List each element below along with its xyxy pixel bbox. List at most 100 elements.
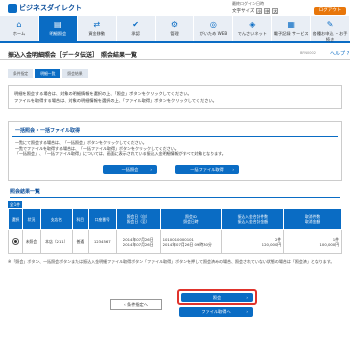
- note-text: ※「照会」ボタン、一括照会ボタンまたは振込入金明細ファイル取得ボタン「ファイル取…: [8, 259, 335, 264]
- nav-item-transfer[interactable]: ⇄ 資金移動: [78, 16, 117, 41]
- select-cell: [8, 229, 23, 254]
- gear-icon: ⚙: [170, 20, 179, 29]
- inquiry-button[interactable]: 照会 ›: [181, 293, 253, 302]
- nav-item-applications[interactable]: ✎ 各種お申込 ・お手続き: [311, 16, 350, 42]
- result-count: 全1件: [8, 201, 22, 208]
- help-icon: ?: [346, 51, 350, 57]
- col-select: 選択: [8, 208, 23, 230]
- bulk-section-title: 一括照会・一括ファイル取得: [12, 125, 338, 137]
- back-to-conditions-button[interactable]: ‹ 条件指定へ: [110, 299, 162, 310]
- nav-label: 各種お申込 ・お手続き: [312, 31, 348, 42]
- bulk-section: 一括照会・一括ファイル取得 一覧にて照会する場合は、「一括照会」ボタンをクリック…: [8, 121, 342, 181]
- col-account: 口座番号: [87, 208, 117, 230]
- globe-icon: ◎: [209, 20, 217, 29]
- main-nav: ⌂ ホーム ▤ 明細照会 ⇄ 資金移動 ✔ 承認 ⚙ 管理 ◎ がいため WEB ◈ でんさい…: [0, 16, 350, 43]
- nav-label: 承認: [131, 31, 140, 36]
- step-condition: 条件指定: [8, 69, 34, 78]
- help-link[interactable]: ヘルプ ?: [330, 50, 349, 57]
- inquiry-button-highlight: 照会 ›: [177, 289, 257, 305]
- inquiry-datetime: 2014年07月26日 09時30分: [162, 241, 212, 247]
- date-to: 2014年07月26日: [122, 241, 154, 247]
- table-row[interactable]: 未照会 本店（211） 普通 1234567 2014年07月26日 2014年…: [8, 229, 342, 254]
- bulk-inquiry-button[interactable]: 一括照会 ›: [103, 165, 157, 174]
- total-cell: 2件 120,000円: [221, 229, 285, 254]
- inquiry-label: 照会: [212, 295, 222, 300]
- date-from: 2014年07月26日: [122, 236, 154, 242]
- check-icon: ✔: [132, 20, 139, 29]
- file-icon: ▦: [287, 20, 295, 29]
- font-size-control: 文字サイズ 小 中 大: [232, 8, 279, 14]
- font-size-large-button[interactable]: 大: [272, 8, 279, 14]
- back-label: 条件指定へ: [127, 302, 148, 307]
- nav-item-home[interactable]: ⌂ ホーム: [0, 16, 39, 41]
- col-status: 状況: [21, 208, 41, 230]
- home-icon: ⌂: [16, 20, 22, 29]
- chevron-left-icon: ‹: [124, 302, 126, 307]
- col-total: 振込入金合計件数 振込入金合計金額: [221, 208, 285, 230]
- bulk-line: 「一括照会」、「一括ファイル取得」については、画面に表示されている振込入金明細情…: [15, 151, 226, 156]
- chevron-right-icon: ›: [232, 167, 234, 172]
- results-title: 照会結果一覧: [10, 186, 340, 198]
- chevron-right-icon: ›: [246, 295, 248, 300]
- bulk-file-button[interactable]: 一括ファイル取得 ›: [175, 165, 239, 174]
- file-label: ファイル取得へ: [201, 309, 231, 314]
- subject-cell: 普通: [71, 229, 89, 254]
- results-table: 選択 状況 支店名 科目 口座番号 照会日（自） 照会日（至） 照会ID 照会日…: [8, 208, 342, 254]
- col-inquiry: 照会ID 照会日時: [159, 208, 223, 230]
- nav-item-statement[interactable]: ▤ 明細照会: [38, 16, 78, 41]
- logout-button[interactable]: ログアウト: [314, 7, 346, 15]
- nav-label: がいため WEB: [199, 31, 228, 36]
- cancel-cell: 1件 100,000円: [283, 229, 342, 254]
- nav-item-approval[interactable]: ✔ 承認: [117, 16, 156, 41]
- table-header-row: 選択 状況 支店名 科目 口座番号 照会日（自） 照会日（至） 照会ID 照会日…: [8, 208, 342, 230]
- logo: ビジネスダイレクト: [8, 3, 82, 13]
- document-icon: ▤: [54, 20, 62, 29]
- chevron-right-icon: ›: [246, 309, 248, 314]
- nav-item-densai[interactable]: ◈ でんさいネット: [233, 16, 273, 41]
- nav-label: でんさいネット: [237, 31, 267, 36]
- bulk-instructions: 一覧にて照会する場合は、「一括照会」ボタンをクリックしてください。 一覧でファイ…: [9, 137, 341, 160]
- status-cell: 未照会: [21, 229, 41, 254]
- step-list: 明細一覧: [35, 69, 61, 78]
- help-label: ヘルプ: [330, 51, 346, 57]
- nav-label: 明細照会: [49, 31, 67, 36]
- step-indicator: 条件指定 明細一覧 照会結果: [8, 69, 88, 78]
- inquiry-cell: 1010010000101 2014年07月26日 09時30分: [159, 229, 223, 254]
- network-icon: ◈: [249, 20, 256, 29]
- font-size-small-button[interactable]: 小: [256, 8, 263, 14]
- instructions: 明細を照会する場合は、対象の明細情報を選択の上、「照会」ボタンをクリックしてくだ…: [8, 85, 342, 109]
- nav-label: 管理: [170, 31, 179, 36]
- chevron-right-icon: ›: [150, 167, 152, 172]
- page-title: 振込入金明細照会［データ伝送］ 照会結果一覧: [8, 52, 138, 59]
- instruction-line: ファイルを取得する場合は、対象の明細情報を選択の上、「ファイル取得」ボタンをクリ…: [14, 98, 217, 103]
- nav-label: ホーム: [12, 31, 26, 36]
- col-branch: 支店名: [39, 208, 73, 230]
- nav-label: 資金移動: [88, 31, 106, 36]
- nav-item-management[interactable]: ⚙ 管理: [156, 16, 195, 41]
- form-icon: ✎: [326, 20, 334, 29]
- nav-label: 電子記録 サービス: [273, 31, 309, 36]
- file-download-button[interactable]: ファイル取得へ ›: [179, 307, 253, 317]
- bulk-file-label: 一括ファイル取得: [190, 167, 224, 172]
- font-size-label: 文字サイズ: [232, 9, 255, 14]
- cancel-amount: 100,000円: [319, 241, 340, 247]
- dates-cell: 2014年07月26日 2014年07月26日: [115, 229, 161, 254]
- screen-id: BFN0002: [300, 51, 316, 55]
- step-result: 照会結果: [62, 69, 88, 78]
- title-bar: 振込入金明細照会［データ伝送］ 照会結果一覧 BFN0002 ヘルプ ?: [0, 46, 350, 60]
- font-size-medium-button[interactable]: 中: [264, 8, 271, 14]
- transfer-icon: ⇄: [93, 20, 101, 29]
- total-amount: 120,000円: [261, 241, 282, 247]
- logo-mark: [8, 3, 17, 13]
- nav-item-gaitame-web[interactable]: ◎ がいため WEB: [194, 16, 234, 41]
- account-cell: 1234567: [87, 229, 117, 254]
- col-dates: 照会日（自） 照会日（至）: [115, 208, 161, 230]
- nav-item-e-record[interactable]: ▦ 電子記録 サービス: [272, 16, 312, 41]
- branch-cell: 本店（211）: [39, 229, 73, 254]
- bulk-inquiry-label: 一括照会: [121, 167, 139, 172]
- logo-text: ビジネスダイレクト: [19, 4, 82, 12]
- col-cancel: 取消件数 取消金額: [283, 208, 342, 230]
- top-bar: ビジネスダイレクト 最終ログイン日時 文字サイズ 小 中 大 ログアウト: [0, 0, 350, 16]
- instruction-line: 明細を照会する場合は、対象の明細情報を選択の上、「照会」ボタンをクリックしてくだ…: [14, 91, 192, 96]
- select-radio[interactable]: [11, 237, 19, 245]
